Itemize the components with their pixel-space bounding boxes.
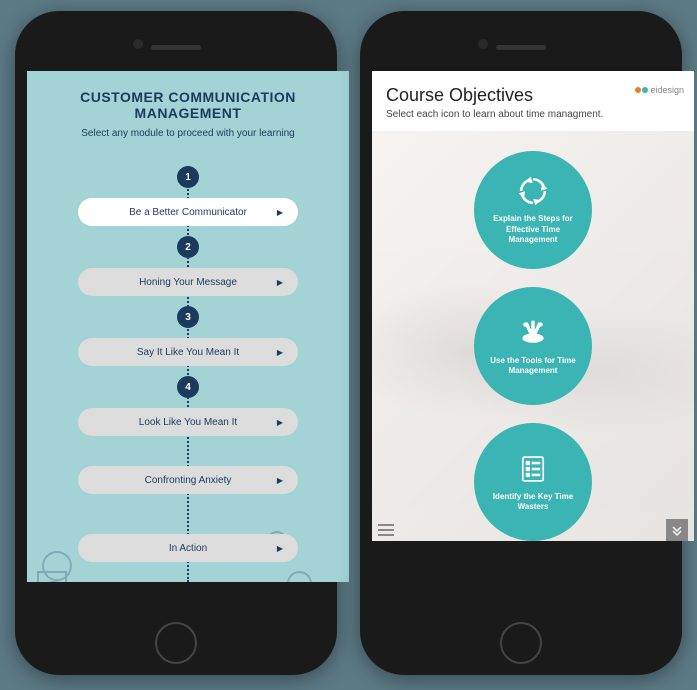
module-be-a-better-communicator[interactable]: Be a Better Communicator ▶: [78, 198, 298, 226]
module-in-action[interactable]: In Action ▶: [78, 534, 298, 562]
module-label: Look Like You Mean It: [139, 417, 237, 428]
chevron-right-icon: ▶: [277, 348, 283, 357]
menu-icon[interactable]: [378, 524, 394, 536]
screen-left: CUSTOMER COMMUNICATION MANAGEMENT Select…: [27, 71, 349, 582]
step-number: 4: [177, 376, 199, 398]
phone-frame-left: CUSTOMER COMMUNICATION MANAGEMENT Select…: [15, 11, 337, 675]
chevron-right-icon: ▶: [277, 544, 283, 553]
chevron-right-icon: ▶: [277, 208, 283, 217]
module-honing-your-message[interactable]: Honing Your Message ▶: [78, 268, 298, 296]
chevron-down-icon[interactable]: [666, 519, 688, 541]
header-right: Course Objectives Select each icon to le…: [372, 71, 694, 131]
module-timeline: 1 Be a Better Communicator ▶ 2 Honing Yo…: [27, 166, 349, 582]
chevron-right-icon: ▶: [277, 476, 283, 485]
objective-explain-steps[interactable]: Explain the Steps for Effective Time Man…: [474, 151, 592, 269]
module-label: Confronting Anxiety: [145, 475, 232, 486]
module-label: Say It Like You Mean It: [137, 347, 239, 358]
brand-logo: eidesign: [635, 85, 684, 95]
home-button[interactable]: [500, 622, 542, 664]
module-label: Honing Your Message: [139, 277, 237, 288]
module-confronting-anxiety[interactable]: Confronting Anxiety ▶: [78, 466, 298, 494]
module-label: In Action: [169, 543, 207, 554]
objective-label: Explain the Steps for Effective Time Man…: [486, 214, 580, 245]
objective-label: Use the Tools for Time Management: [486, 356, 580, 377]
step-number: 2: [177, 236, 199, 258]
cycle-icon: [516, 174, 550, 208]
module-look-like-you-mean-it[interactable]: Look Like You Mean It ▶: [78, 408, 298, 436]
module-say-it-like-you-mean-it[interactable]: Say It Like You Mean It ▶: [78, 338, 298, 366]
tools-icon: [516, 316, 550, 350]
chevron-right-icon: ▶: [277, 418, 283, 427]
objectives-list: Explain the Steps for Effective Time Man…: [372, 131, 694, 541]
page-subtitle: Select each icon to learn about time man…: [386, 108, 680, 121]
step-number: 3: [177, 306, 199, 328]
chevron-right-icon: ▶: [277, 278, 283, 287]
bottom-bar: [372, 519, 694, 541]
brand-text: eidesign: [650, 85, 684, 95]
home-button[interactable]: [155, 622, 197, 664]
checklist-icon: [516, 452, 550, 486]
step-number: 1: [177, 166, 199, 188]
objective-label: Identify the Key Time Wasters: [486, 492, 580, 513]
timeline-line: [187, 166, 189, 582]
screen-right: Course Objectives Select each icon to le…: [372, 71, 694, 541]
module-label: Be a Better Communicator: [129, 207, 247, 218]
objective-use-tools[interactable]: Use the Tools for Time Management: [474, 287, 592, 405]
phone-frame-right: Course Objectives Select each icon to le…: [360, 11, 682, 675]
